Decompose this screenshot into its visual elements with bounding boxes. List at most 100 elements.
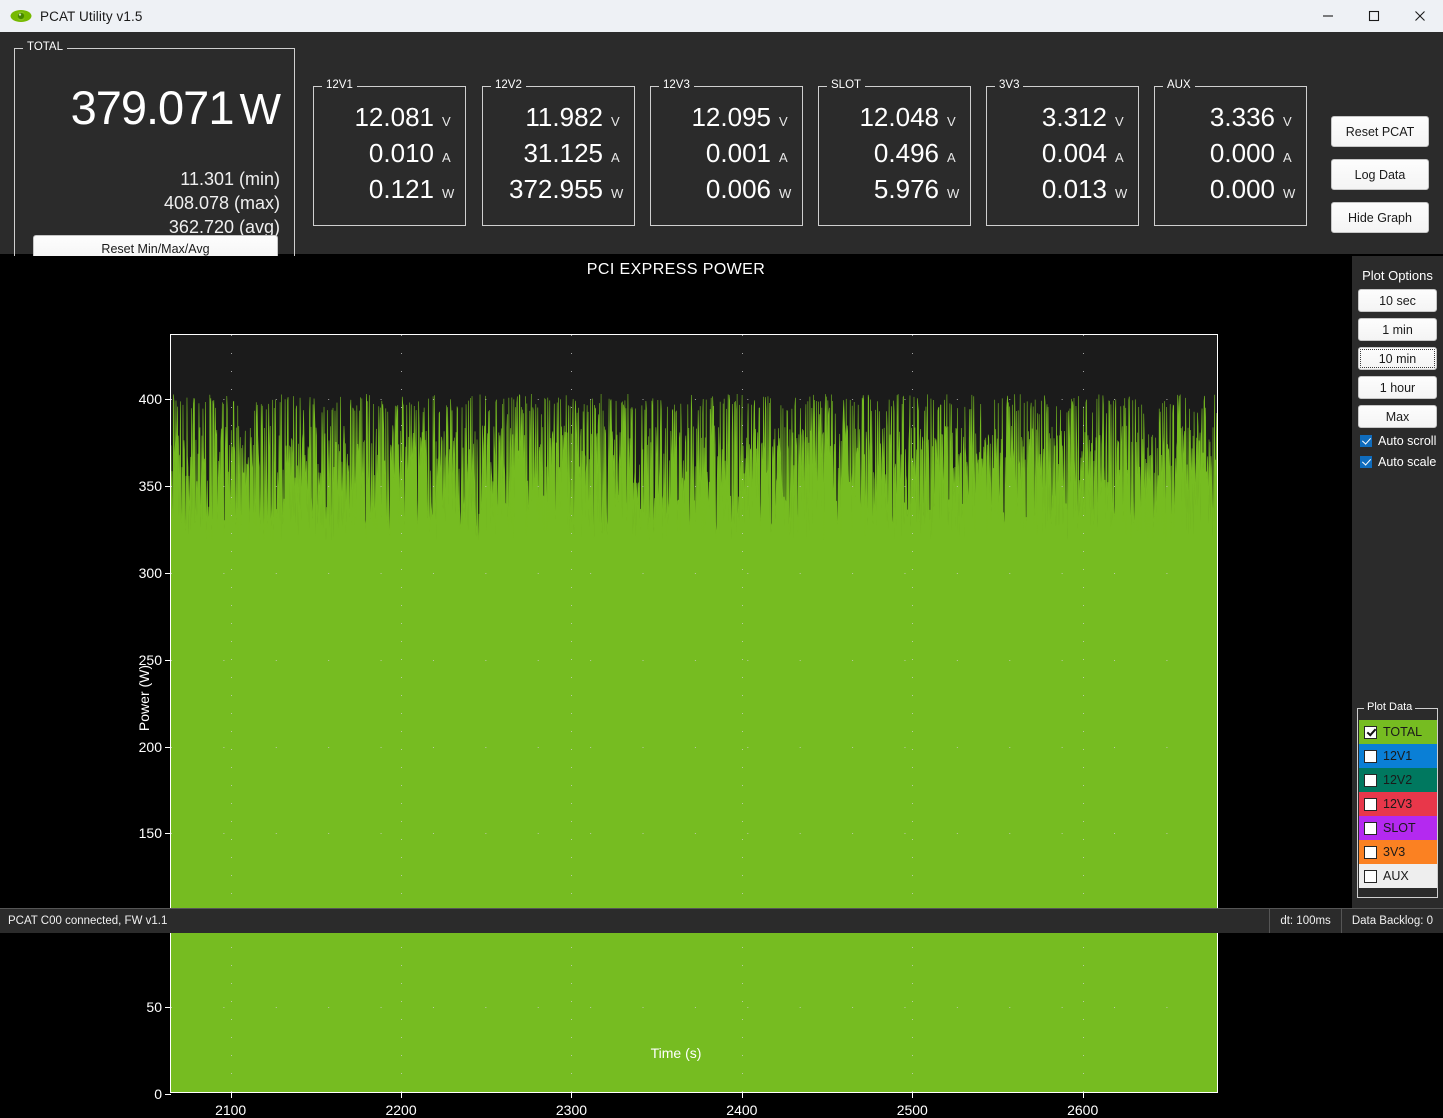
rail-group-12v1: 12V1 12.081 V 0.010 A 0.121 W bbox=[313, 79, 466, 226]
plot-data-checkbox-12v1[interactable] bbox=[1364, 749, 1377, 763]
x-tick-mark bbox=[401, 1092, 403, 1098]
y-tick-label: 200 bbox=[138, 738, 162, 755]
total-group-label: TOTAL bbox=[23, 41, 67, 53]
plot-range-10min-button[interactable]: 10 min bbox=[1358, 347, 1437, 370]
y-tick-mark bbox=[165, 399, 171, 401]
plot-data-checkbox-3v3[interactable] bbox=[1364, 845, 1377, 859]
total-power-number: 379.071 bbox=[70, 81, 235, 134]
x-tick-label: 2400 bbox=[726, 1102, 758, 1118]
plot-data-checkbox-12v3[interactable] bbox=[1364, 797, 1377, 811]
rail-12v2-voltage: 11.982 bbox=[525, 102, 603, 132]
plot-data-label-12v3: 12V3 bbox=[1383, 797, 1413, 811]
close-icon[interactable] bbox=[1397, 0, 1443, 32]
plot-data-item-3v3[interactable]: 3V3 bbox=[1359, 840, 1437, 864]
plot-data-item-12v2[interactable]: 12V2 bbox=[1359, 768, 1437, 792]
auto-scale-checkbox-box[interactable] bbox=[1360, 456, 1372, 468]
rail-12v1-voltage-row: 12.081 V bbox=[354, 103, 455, 131]
plot-data-item-12v1[interactable]: 12V1 bbox=[1359, 744, 1437, 768]
window-title: PCAT Utility v1.5 bbox=[40, 8, 143, 24]
total-min-value: 11.301 (min) bbox=[180, 169, 280, 189]
y-tick-mark bbox=[165, 486, 171, 488]
minimize-icon[interactable] bbox=[1305, 0, 1351, 32]
rail-12v3-voltage-row: 12.095 V bbox=[691, 103, 792, 131]
y-tick-label: 0 bbox=[154, 1086, 162, 1102]
plot-data-item-aux[interactable]: AUX bbox=[1359, 864, 1437, 888]
plot-options-title: Plot Options bbox=[1362, 268, 1433, 283]
rail-slot-current: 0.496 bbox=[873, 138, 939, 168]
chart-title: PCI EXPRESS POWER bbox=[586, 261, 766, 278]
x-tick-mark bbox=[571, 1092, 573, 1098]
y-tick-label: 50 bbox=[146, 999, 162, 1016]
rail-aux-current-unit: A bbox=[1283, 150, 1292, 165]
plot-data-item-total[interactable]: TOTAL bbox=[1359, 720, 1437, 744]
x-tick-label: 2300 bbox=[555, 1102, 588, 1118]
rail-3v3-current: 0.004 bbox=[1041, 138, 1107, 168]
grid-line-vertical bbox=[571, 335, 573, 1092]
rail-3v3-power-row: 0.013 W bbox=[1042, 175, 1128, 203]
rail-12v1-current-row: 0.010 A bbox=[369, 139, 455, 167]
auto-scroll-checkbox[interactable]: Auto scroll bbox=[1360, 434, 1436, 448]
rail-label-12v3: 12V3 bbox=[659, 79, 694, 91]
y-tick-label: 150 bbox=[138, 825, 162, 842]
total-max-value: 408.078 (max) bbox=[163, 193, 280, 213]
plot-data-checkbox-aux[interactable] bbox=[1364, 869, 1377, 883]
rail-12v3-voltage-unit: V bbox=[779, 114, 788, 129]
rail-3v3-current-unit: A bbox=[1115, 150, 1124, 165]
rail-3v3-voltage-row: 3.312 V bbox=[1042, 103, 1128, 131]
log-data-button[interactable]: Log Data bbox=[1331, 159, 1429, 190]
rail-slot-voltage-row: 12.048 V bbox=[859, 103, 960, 131]
rail-12v3-power-row: 0.006 W bbox=[706, 175, 792, 203]
rail-slot-power: 5.976 bbox=[873, 174, 939, 204]
rail-slot-voltage-unit: V bbox=[947, 114, 956, 129]
trace-total bbox=[171, 393, 1217, 1092]
rail-12v1-power-unit: W bbox=[442, 186, 455, 201]
rail-3v3-voltage: 3.312 bbox=[1041, 102, 1107, 132]
plot-range-1hour-button[interactable]: 1 hour bbox=[1358, 376, 1437, 399]
status-backlog: Data Backlog: 0 bbox=[1340, 909, 1443, 933]
plot-data-group: Plot Data TOTAL 12V1 12V2 12V3 SLOT 3V3 … bbox=[1357, 702, 1438, 898]
plot-data-checkbox-total[interactable] bbox=[1364, 725, 1377, 739]
rail-slot-voltage: 12.048 bbox=[859, 102, 939, 132]
plot-data-checkbox-12v2[interactable] bbox=[1364, 773, 1377, 787]
rail-aux-voltage-unit: V bbox=[1283, 114, 1292, 129]
rail-12v3-current: 0.001 bbox=[705, 138, 771, 168]
plot-data-group-label: Plot Data bbox=[1364, 702, 1416, 713]
maximize-icon[interactable] bbox=[1351, 0, 1397, 32]
x-tick-label: 2200 bbox=[385, 1102, 417, 1118]
rail-12v2-current-unit: A bbox=[611, 150, 620, 165]
rail-aux-voltage-row: 3.336 V bbox=[1210, 103, 1296, 131]
status-bar: PCAT C00 connected, FW v1.1 dt: 100ms Da… bbox=[0, 908, 1443, 933]
auto-scale-checkbox[interactable]: Auto scale bbox=[1360, 455, 1436, 469]
auto-scale-label: Auto scale bbox=[1378, 455, 1437, 469]
x-tick-mark bbox=[1082, 1092, 1084, 1098]
auto-scroll-checkbox-box[interactable] bbox=[1360, 435, 1372, 447]
hide-graph-button[interactable]: Hide Graph bbox=[1331, 202, 1429, 233]
rail-slot-power-row: 5.976 W bbox=[874, 175, 960, 203]
rail-3v3-current-row: 0.004 A bbox=[1042, 139, 1128, 167]
rail-slot-power-unit: W bbox=[947, 186, 960, 201]
x-tick-label: 2100 bbox=[215, 1102, 247, 1118]
y-tick-label: 350 bbox=[138, 478, 162, 495]
rail-3v3-voltage-unit: V bbox=[1115, 114, 1124, 129]
rail-12v3-voltage: 12.095 bbox=[691, 102, 771, 132]
readout-panel: TOTAL 379.071 W 11.301 (min) 408.078 (max… bbox=[0, 32, 1443, 264]
x-axis-label: Time (s) bbox=[650, 1045, 702, 1061]
plot-data-item-12v3[interactable]: 12V3 bbox=[1359, 792, 1437, 816]
rail-aux-current: 0.000 bbox=[1209, 138, 1275, 168]
rail-12v1-power-row: 0.121 W bbox=[369, 175, 455, 203]
rail-3v3-power-unit: W bbox=[1115, 186, 1128, 201]
nvidia-eye-logo-icon bbox=[10, 8, 32, 24]
rail-slot-current-row: 0.496 A bbox=[874, 139, 960, 167]
chart-axes[interactable]: Power (W) 050100150200250300350400210022… bbox=[136, 334, 1218, 1118]
reset-pcat-button[interactable]: Reset PCAT bbox=[1331, 116, 1429, 147]
y-tick-label: 400 bbox=[138, 391, 162, 408]
plot-data-checkbox-slot[interactable] bbox=[1364, 821, 1377, 835]
y-tick-mark bbox=[165, 1007, 171, 1009]
plot-data-item-slot[interactable]: SLOT bbox=[1359, 816, 1437, 840]
rail-12v3-current-row: 0.001 A bbox=[706, 139, 792, 167]
plot-range-max-button[interactable]: Max bbox=[1358, 405, 1437, 428]
plot-range-1min-button[interactable]: 1 min bbox=[1358, 318, 1437, 341]
rail-aux-current-row: 0.000 A bbox=[1210, 139, 1296, 167]
rail-group-12v2: 12V2 11.982 V 31.125 A 372.955 W bbox=[482, 79, 635, 226]
plot-range-10sec-button[interactable]: 10 sec bbox=[1358, 289, 1437, 312]
